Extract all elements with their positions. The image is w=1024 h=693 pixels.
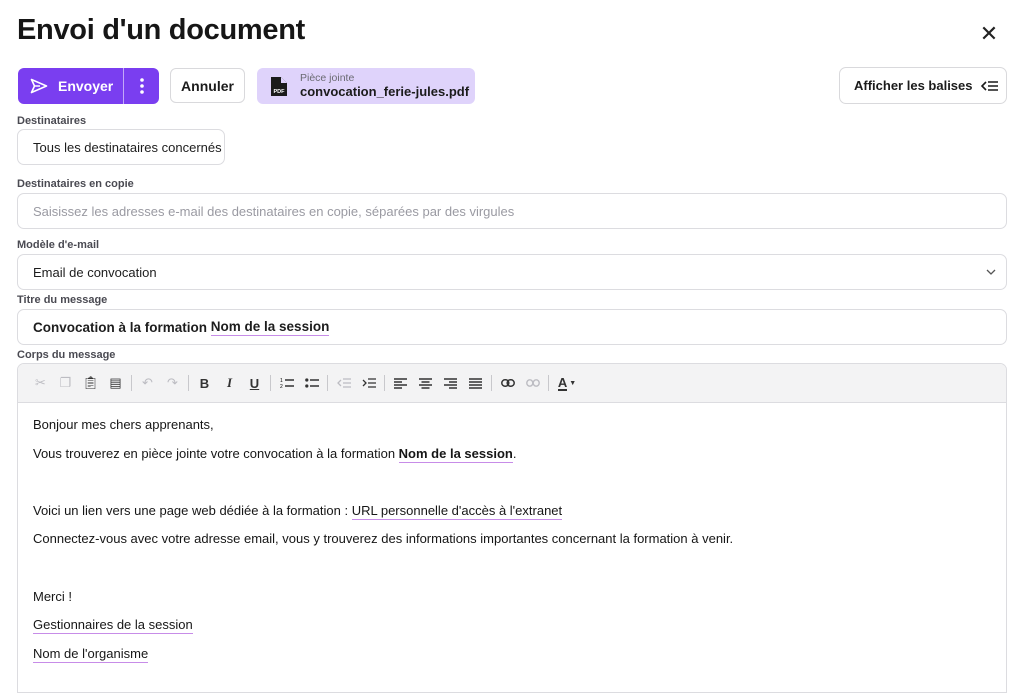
- cut-icon[interactable]: ✂: [28, 371, 53, 395]
- toolbar-divider: [548, 375, 549, 391]
- template-label: Modèle d'e-mail: [17, 239, 100, 251]
- align-right-icon[interactable]: [438, 371, 463, 395]
- text-color-icon[interactable]: A ▼: [552, 371, 582, 395]
- unlink-icon[interactable]: [520, 371, 545, 395]
- recipients-label: Destinataires: [17, 115, 87, 127]
- redo-icon[interactable]: ↷: [160, 371, 185, 395]
- cancel-button[interactable]: Annuler: [170, 68, 245, 103]
- toolbar-divider: [270, 375, 271, 391]
- justify-icon[interactable]: [463, 371, 488, 395]
- align-left-icon[interactable]: [388, 371, 413, 395]
- rich-text-editor[interactable]: ✂ ❐ 📋︎ ▤ ↶ ↷ B I U 12 A ▼ Bonjour mes ch…: [17, 363, 1007, 693]
- session-name-tag[interactable]: Nom de la session: [398, 445, 513, 463]
- editor-toolbar: ✂ ❐ 📋︎ ▤ ↶ ↷ B I U 12 A ▼: [18, 364, 1006, 403]
- align-center-icon[interactable]: [413, 371, 438, 395]
- empty-line: [33, 470, 991, 499]
- paste-icon[interactable]: 📋︎: [78, 371, 103, 395]
- bold-icon[interactable]: B: [192, 371, 217, 395]
- outdent-icon[interactable]: [331, 371, 356, 395]
- session-managers-tag[interactable]: Gestionnaires de la session: [33, 617, 193, 635]
- bullet-list-icon[interactable]: [299, 371, 324, 395]
- subject-tag[interactable]: Nom de la session: [210, 319, 330, 336]
- body-text: .: [512, 445, 517, 461]
- body-line: Voici un lien vers une page web dédiée à…: [33, 499, 991, 528]
- ordered-list-icon[interactable]: 12: [274, 371, 299, 395]
- more-options-button[interactable]: [123, 68, 159, 104]
- send-button[interactable]: Envoyer: [18, 68, 123, 104]
- toolbar-divider: [131, 375, 132, 391]
- attachment-filename: convocation_ferie-jules.pdf: [300, 84, 470, 99]
- italic-icon[interactable]: I: [217, 371, 242, 395]
- pdf-file-icon: PDF: [271, 76, 287, 96]
- template-value: Email de convocation: [33, 264, 157, 280]
- cc-label: Destinataires en copie: [17, 178, 134, 190]
- extranet-url-tag[interactable]: URL personnelle d'accès à l'extranet: [351, 502, 563, 520]
- svg-text:PDF: PDF: [274, 89, 286, 95]
- link-icon[interactable]: [495, 371, 520, 395]
- close-icon[interactable]: ✕: [978, 23, 1000, 45]
- paste-text-icon[interactable]: ▤: [103, 371, 128, 395]
- editor-content[interactable]: Bonjour mes chers apprenants, Vous trouv…: [18, 403, 1006, 680]
- chevron-down-icon: [986, 269, 996, 275]
- subject-text: Convocation à la formation: [33, 319, 211, 335]
- copy-icon[interactable]: ❐: [53, 371, 78, 395]
- cc-input[interactable]: Saisissez les adresses e-mail des destin…: [17, 193, 1007, 229]
- attachment-chip[interactable]: PDF Pièce jointe convocation_ferie-jules…: [257, 68, 475, 104]
- collapse-list-icon: [980, 80, 998, 91]
- organization-name-tag[interactable]: Nom de l'organisme: [33, 645, 149, 663]
- send-button-group: Envoyer: [18, 68, 159, 104]
- body-line: Bonjour mes chers apprenants,: [33, 417, 214, 432]
- attachment-label: Pièce jointe: [300, 72, 355, 84]
- body-line: Nom de l'organisme: [33, 642, 991, 671]
- body-line: Connectez-vous avec votre adresse email,…: [33, 531, 734, 547]
- body-line: Gestionnaires de la session: [33, 613, 991, 642]
- undo-icon[interactable]: ↶: [135, 371, 160, 395]
- indent-icon[interactable]: [356, 371, 381, 395]
- svg-text:2: 2: [280, 384, 283, 389]
- page-title: Envoi d'un document: [17, 14, 305, 46]
- subject-input[interactable]: Convocation à la formation Nom de la ses…: [17, 309, 1007, 345]
- body-line: Merci !: [33, 588, 72, 604]
- underline-icon[interactable]: U: [242, 371, 267, 395]
- send-button-label: Envoyer: [58, 78, 114, 94]
- template-select[interactable]: Email de convocation: [17, 254, 1007, 290]
- toolbar-divider: [327, 375, 328, 391]
- more-vertical-icon: [139, 78, 144, 94]
- body-text: Voici un lien vers une page web dédiée à…: [33, 502, 352, 518]
- subject-label: Titre du message: [17, 294, 108, 306]
- send-icon: [30, 78, 48, 94]
- toolbar-divider: [188, 375, 189, 391]
- body-text: Vous trouverez en pièce jointe votre con…: [33, 445, 399, 461]
- show-tags-label: Afficher les balises: [854, 78, 973, 93]
- recipients-field[interactable]: Tous les destinataires concernés: [17, 129, 225, 165]
- body-label: Corps du message: [17, 349, 116, 361]
- toolbar-divider: [491, 375, 492, 391]
- toolbar-divider: [384, 375, 385, 391]
- show-tags-button[interactable]: Afficher les balises: [839, 67, 1007, 104]
- body-line: Vous trouverez en pièce jointe votre con…: [33, 442, 991, 471]
- empty-line: [33, 556, 991, 585]
